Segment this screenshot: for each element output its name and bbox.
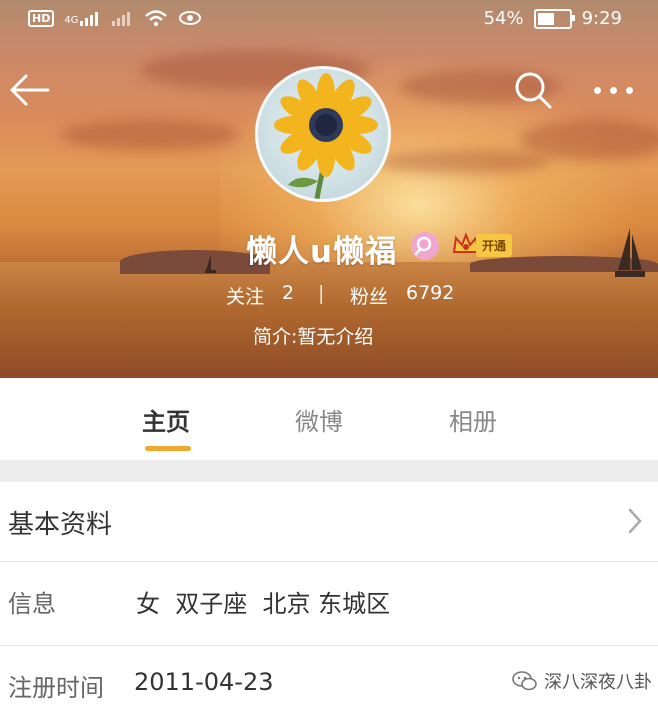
following-count[interactable]: 2 — [282, 282, 294, 304]
tab-home[interactable]: 主页 — [142, 402, 190, 437]
search-badge-icon[interactable] — [411, 232, 439, 260]
info-row: 信息 女 双子座 北京 东城区 — [0, 562, 658, 646]
info-value: 女 双子座 北京 东城区 — [136, 590, 391, 618]
active-tab-indicator — [145, 446, 191, 451]
cover-cloud — [60, 120, 240, 150]
wifi-icon — [145, 10, 168, 27]
section-spacer — [0, 460, 658, 482]
cover-sea — [0, 262, 658, 378]
profile-cover: HD 4G 54% 9:29 懒人u懒福 开通 关注 2 | 粉丝 6792 简… — [0, 0, 658, 378]
battery-fill — [537, 12, 554, 25]
clock: 9:29 — [581, 8, 622, 29]
vip-badge[interactable]: 开通 — [452, 232, 513, 258]
info-label: 信息 — [8, 590, 56, 618]
profile-tabs: 主页 微博 相册 — [0, 378, 658, 460]
more-icon[interactable] — [594, 84, 640, 96]
signal-off-icon — [112, 12, 131, 26]
followers-count[interactable]: 6792 — [406, 282, 454, 304]
battery-icon — [533, 8, 575, 29]
network-indicator: 4G — [64, 10, 102, 26]
following-label[interactable]: 关注 — [226, 282, 264, 309]
follow-stats: 关注 2 | 粉丝 6792 — [0, 282, 658, 310]
signal-icon — [80, 12, 99, 26]
vip-open-label: 开通 — [476, 233, 513, 257]
basic-info-row[interactable]: 基本资料 — [0, 482, 658, 562]
wechat-icon — [512, 671, 537, 691]
more-dot — [626, 86, 633, 94]
status-left: HD 4G — [28, 9, 202, 27]
name-row: 懒人u懒福 开通 — [0, 226, 658, 270]
username: 懒人u懒福 — [246, 234, 398, 270]
cover-cloud — [520, 120, 658, 160]
back-arrow-icon[interactable] — [8, 72, 52, 108]
watermark: 深八深夜八卦 — [512, 664, 652, 698]
sunflower-image — [274, 73, 378, 199]
tab-weibo[interactable]: 微博 — [295, 402, 343, 437]
more-dot — [594, 86, 601, 94]
more-dot — [610, 86, 617, 94]
status-right: 54% 9:29 — [484, 8, 622, 29]
stats-separator: | — [318, 282, 325, 304]
battery-percent: 54% — [483, 8, 524, 29]
network-type: 4G — [64, 15, 79, 26]
watermark-text: 深八深夜八卦 — [544, 672, 652, 693]
avatar[interactable] — [255, 66, 391, 202]
hd-indicator: HD — [28, 9, 55, 27]
search-icon[interactable] — [512, 70, 556, 110]
basic-info-title: 基本资料 — [8, 510, 113, 540]
registration-date: 2011-04-23 — [134, 668, 274, 696]
profile-bio: 简介:暂无介绍 — [253, 326, 374, 348]
chevron-right-icon — [628, 508, 642, 534]
registration-label: 注册时间 — [8, 674, 104, 702]
status-bar: HD 4G 54% 9:29 — [0, 0, 658, 40]
followers-label[interactable]: 粉丝 — [350, 282, 388, 309]
cover-cloud — [380, 150, 550, 174]
eye-icon — [179, 11, 202, 25]
tab-album[interactable]: 相册 — [449, 402, 497, 437]
